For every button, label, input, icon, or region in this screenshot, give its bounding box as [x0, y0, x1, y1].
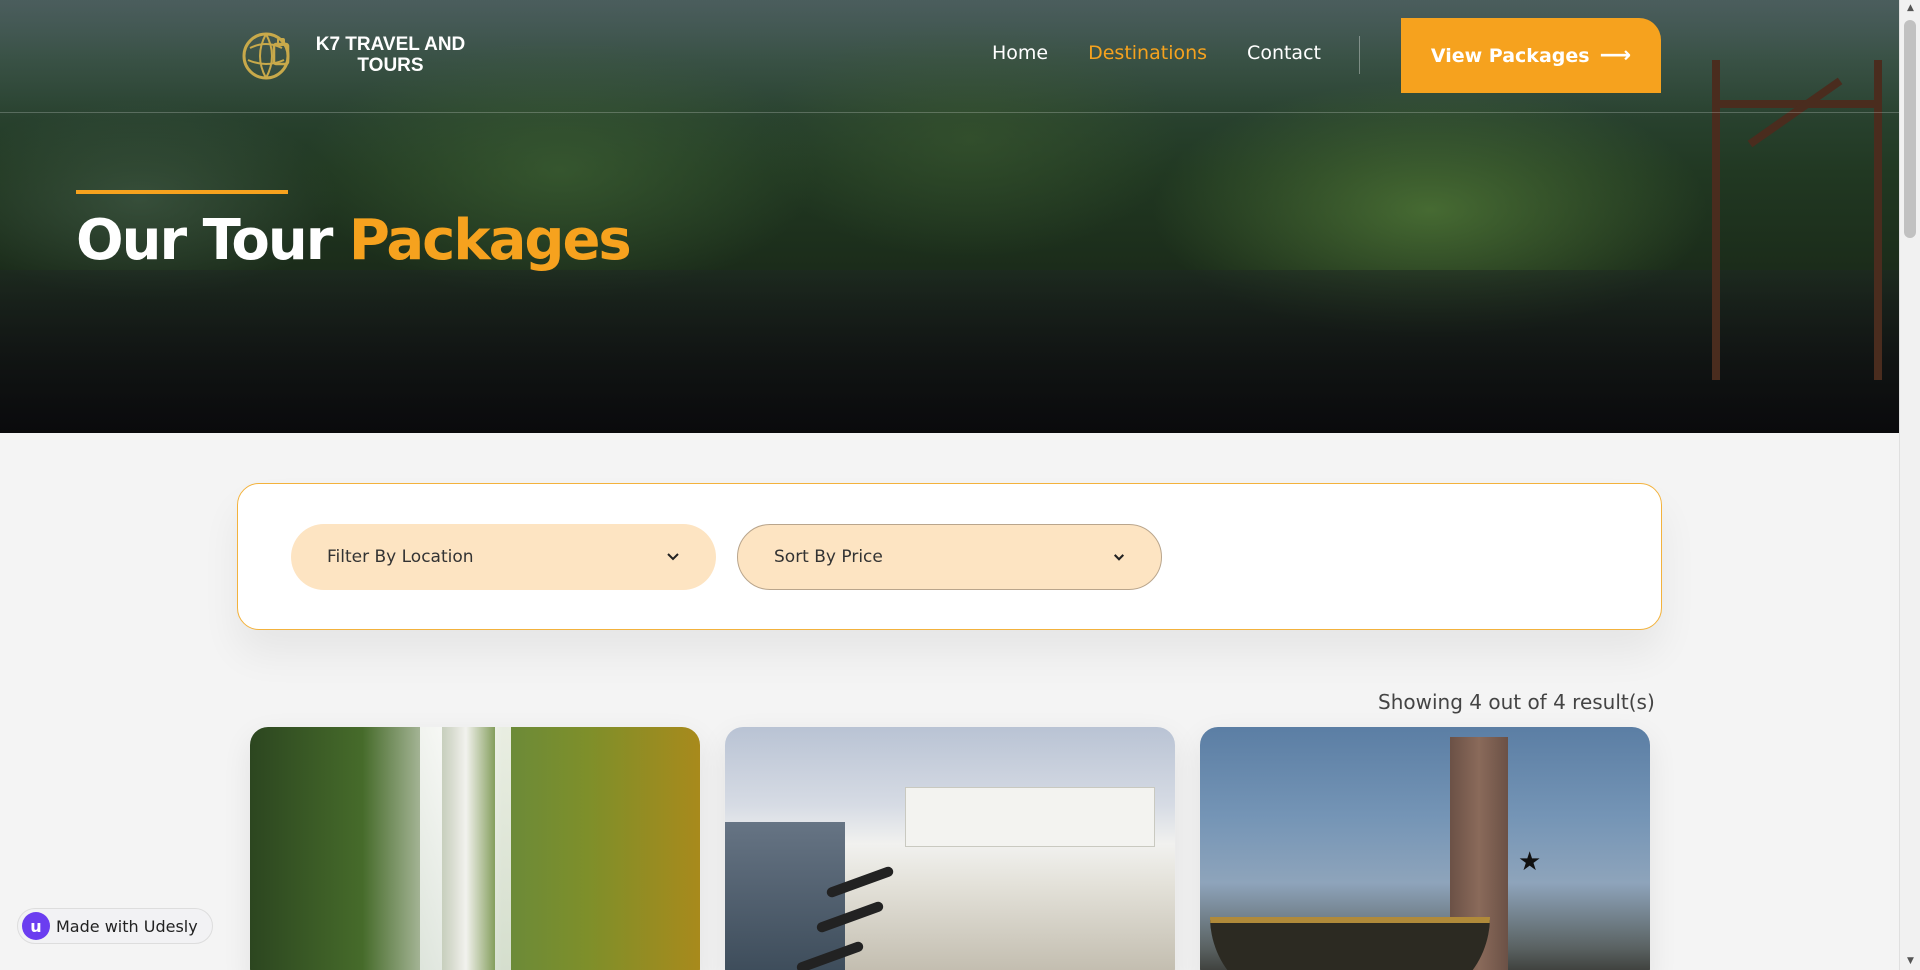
scroll-up-icon[interactable]: ▲ — [1900, 0, 1920, 17]
nav-divider — [0, 112, 1899, 113]
title-accent-bar — [76, 190, 288, 194]
sea — [725, 822, 845, 970]
hero-wooden-structure — [1712, 60, 1882, 380]
view-packages-label: View Packages — [1430, 44, 1590, 67]
scrollbar-thumb[interactable] — [1904, 20, 1916, 238]
nav-link-destinations[interactable]: Destinations — [1088, 42, 1207, 64]
nav-separator — [1359, 36, 1360, 74]
badge-label: Made with Udesly — [56, 916, 198, 936]
nav-link-home[interactable]: Home — [992, 42, 1048, 64]
castle-building — [905, 787, 1155, 847]
results-count: Showing 4 out of 4 result(s) — [1378, 690, 1655, 714]
main-nav: Home Destinations Contact — [992, 42, 1321, 64]
chevron-down-icon — [1113, 553, 1125, 561]
location-filter-select[interactable]: Filter By Location — [291, 524, 716, 590]
brand-logo[interactable]: K7 TRAVEL AND TOURS — [240, 26, 473, 84]
monument-bowl — [1210, 917, 1490, 970]
udesly-logo-icon: u — [22, 912, 50, 940]
waterfall-stream — [420, 727, 442, 970]
package-card-waterfall[interactable] — [250, 727, 700, 970]
waterfall-stream — [495, 727, 511, 970]
chevron-down-icon — [667, 553, 679, 561]
arrow-right-icon: ⟶ — [1599, 43, 1632, 68]
page-title-highlight: Packages — [348, 208, 632, 273]
made-with-udesly-badge[interactable]: u Made with Udesly — [17, 908, 213, 944]
package-card-monument[interactable]: ★ — [1200, 727, 1650, 970]
hero-water — [0, 270, 1899, 433]
black-star-icon: ★ — [1518, 847, 1542, 877]
page-title: Our Tour Packages — [76, 208, 632, 273]
globe-suitcase-icon — [242, 32, 290, 80]
package-card-castle[interactable] — [725, 727, 1175, 970]
scroll-down-icon[interactable]: ▼ — [1900, 953, 1920, 970]
page-title-text: Our Tour — [76, 208, 349, 273]
price-sort-value: Sort By Price — [774, 547, 883, 567]
nav-link-contact[interactable]: Contact — [1247, 42, 1321, 64]
view-packages-button[interactable]: View Packages ⟶ — [1401, 18, 1661, 93]
brand-name: K7 TRAVEL AND TOURS — [315, 34, 466, 76]
filter-panel: Filter By Location Sort By Price — [237, 483, 1662, 630]
page-scrollbar[interactable]: ▲ ▼ — [1899, 0, 1920, 970]
location-filter-value: Filter By Location — [327, 547, 474, 567]
price-sort-select[interactable]: Sort By Price — [737, 524, 1162, 590]
